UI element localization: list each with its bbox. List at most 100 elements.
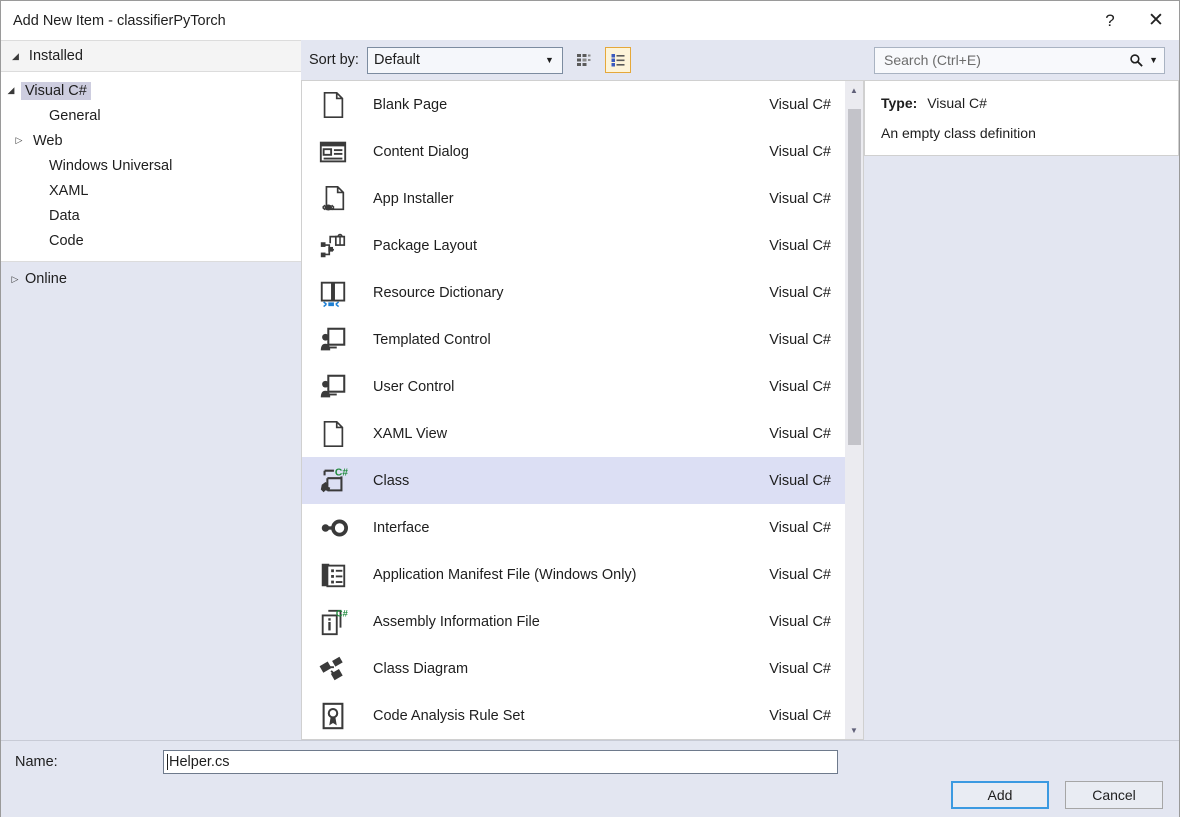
tree-item-label: General [45,107,105,125]
dialog-buttons: Add Cancel [951,781,1163,809]
templates-scrollbar[interactable]: ▲ ▼ [845,80,864,740]
grid-view-button[interactable] [571,47,597,73]
template-name: Templated Control [355,332,769,348]
template-list-item[interactable]: C# ClassVisual C# [302,457,845,504]
class-icon: C# [311,466,355,496]
template-language: Visual C# [769,520,831,536]
blank-page-icon [318,90,348,120]
list-view-icon [610,52,626,68]
installed-section-header[interactable]: ◢ Installed [1,40,301,72]
templates-list-region: Blank PageVisual C#Content DialogVisual … [301,80,864,740]
template-list-item[interactable]: Application Manifest File (Windows Only)… [302,551,845,598]
scroll-down-icon[interactable]: ▼ [845,721,863,739]
scrollbar-thumb[interactable] [848,109,861,445]
template-name: Application Manifest File (Windows Only) [355,567,769,583]
template-name: Class [355,473,769,489]
search-input[interactable]: Search (Ctrl+E) ▼ [874,47,1165,74]
tree-item-label: Code [45,232,88,250]
template-language: Visual C# [769,473,831,489]
templates-list: Blank PageVisual C#Content DialogVisual … [301,80,845,740]
sort-by-dropdown[interactable]: Default ▼ [367,47,563,74]
template-list-item[interactable]: Code Analysis Rule SetVisual C# [302,692,845,739]
installed-label: Installed [29,48,83,64]
sort-by-value: Default [374,52,420,68]
template-list-item[interactable]: Templated ControlVisual C# [302,316,845,363]
content-dialog-icon [311,137,355,167]
categories-panel: ◢ Installed ◢Visual C#General▷WebWindows… [1,40,301,740]
template-list-item[interactable]: XAML ViewVisual C# [302,410,845,457]
tree-item-label: Visual C# [21,82,91,100]
templates-toolbar: Sort by: Default ▼ [301,40,864,80]
assembly-info-icon: C# [318,607,348,637]
template-list-item[interactable]: Blank PageVisual C# [302,81,845,128]
assembly-info-icon: C# [311,607,355,637]
tree-item-web[interactable]: ▷Web [1,128,301,153]
package-layout-icon [318,231,348,261]
template-name: Blank Page [355,97,769,113]
name-label: Name: [15,754,163,770]
template-list-item[interactable]: User ControlVisual C# [302,363,845,410]
text-cursor [167,754,168,770]
tree-item-label: Data [45,207,84,225]
class-diagram-icon [311,654,355,684]
tree-item-xaml[interactable]: XAML [1,178,301,203]
tree-item-general[interactable]: General [1,103,301,128]
template-language: Visual C# [769,97,831,113]
sort-by-label: Sort by: [309,52,359,68]
template-list-item[interactable]: App InstallerVisual C# [302,175,845,222]
svg-text:C#: C# [336,608,348,618]
template-name: App Installer [355,191,769,207]
expander-icon: ◢ [12,51,19,62]
add-new-item-dialog: Add New Item - classifierPyTorch ? ✕ ◢ I… [0,0,1180,817]
tree-item-code[interactable]: Code [1,228,301,253]
template-name: Code Analysis Rule Set [355,708,769,724]
template-language: Visual C# [769,238,831,254]
interface-icon [318,513,348,543]
expander-icon[interactable]: ▷ [9,135,29,146]
detail-description: An empty class definition [881,125,1162,141]
template-name: Assembly Information File [355,614,769,630]
resource-dictionary-icon [318,278,348,308]
help-icon[interactable]: ? [1087,2,1133,40]
online-section-header[interactable]: ▷ Online [1,262,301,296]
app-installer-icon [318,184,348,214]
chevron-down-icon[interactable]: ▼ [1149,55,1158,65]
tree-item-data[interactable]: Data [1,203,301,228]
xaml-view-icon [311,419,355,449]
detail-type-value: Visual C# [927,95,987,111]
blank-page-icon [311,90,355,120]
user-control-icon [311,372,355,402]
tree-item-visual-c[interactable]: ◢Visual C# [1,78,301,103]
template-language: Visual C# [769,426,831,442]
app-manifest-icon [318,560,348,590]
template-language: Visual C# [769,379,831,395]
expander-icon[interactable]: ◢ [1,85,21,96]
template-name: Resource Dictionary [355,285,769,301]
template-language: Visual C# [769,567,831,583]
search-icon [1129,53,1144,68]
template-list-item[interactable]: Package LayoutVisual C# [302,222,845,269]
online-label: Online [25,271,67,287]
cancel-button[interactable]: Cancel [1065,781,1163,809]
tree-item-windows-universal[interactable]: Windows Universal [1,153,301,178]
template-name: Package Layout [355,238,769,254]
details-panel: Type: Visual C# An empty class definitio… [864,80,1179,156]
chevron-down-icon: ▼ [545,55,554,65]
template-list-item[interactable]: Content DialogVisual C# [302,128,845,175]
template-name: User Control [355,379,769,395]
add-button[interactable]: Add [951,781,1049,809]
template-list-item[interactable]: InterfaceVisual C# [302,504,845,551]
scroll-up-icon[interactable]: ▲ [845,81,863,99]
search-region: Search (Ctrl+E) ▼ [864,40,1179,80]
close-icon[interactable]: ✕ [1133,2,1179,40]
template-list-item[interactable]: Class DiagramVisual C# [302,645,845,692]
template-list-item[interactable]: Resource DictionaryVisual C# [302,269,845,316]
list-view-button[interactable] [605,47,631,73]
scrollbar-track[interactable] [845,99,863,721]
class-icon: C# [318,466,348,496]
class-diagram-icon [318,654,348,684]
template-list-item[interactable]: C#Assembly Information FileVisual C# [302,598,845,645]
content-dialog-icon [318,137,348,167]
grid-view-icon [576,52,592,68]
name-input[interactable]: Helper.cs [163,750,838,774]
